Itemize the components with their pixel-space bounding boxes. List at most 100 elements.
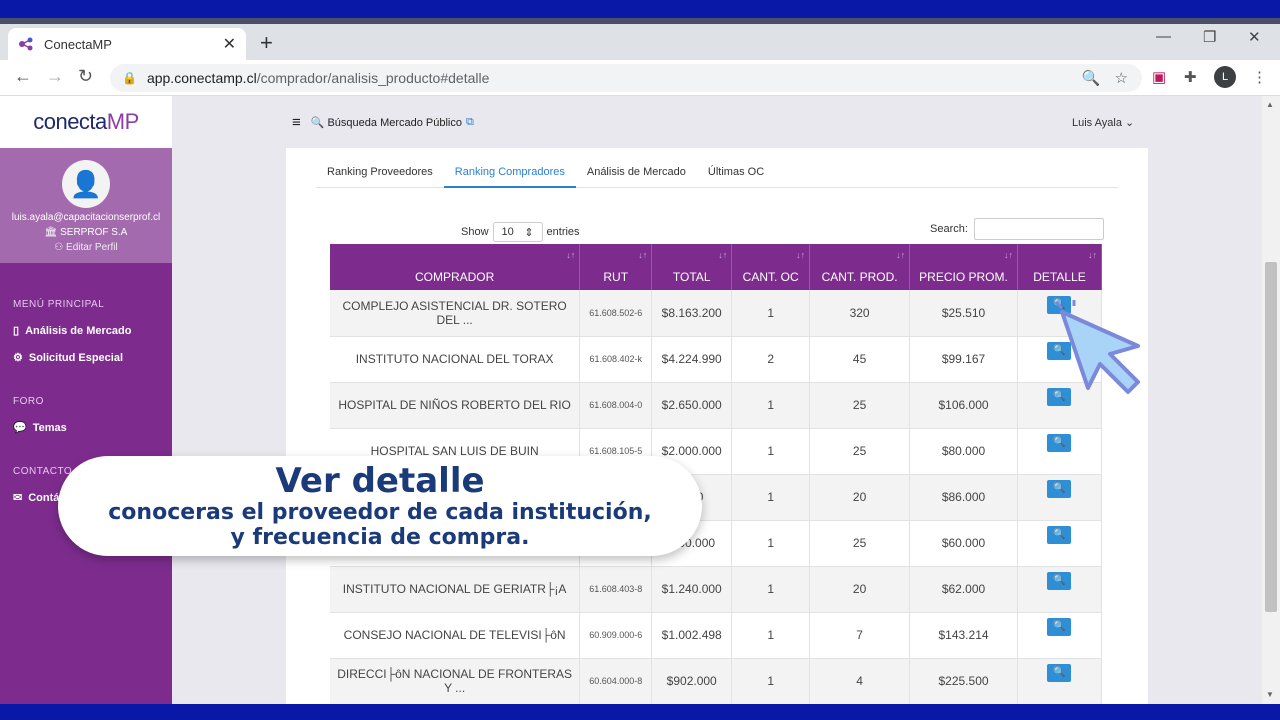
cell-detalle: 🔍 — [1017, 566, 1103, 613]
restore-icon[interactable]: ❐ — [1203, 28, 1216, 46]
close-window-icon[interactable]: ✕ — [1248, 28, 1261, 46]
cell-detalle: 🔍 — [1017, 520, 1103, 567]
browser-tab[interactable]: ConectaMP ✕ — [8, 28, 246, 60]
cell-cant-prod: 320 — [809, 290, 911, 337]
comments-icon: 💬 — [13, 422, 27, 434]
cell-total: $902.000 — [651, 658, 733, 704]
scroll-thumb[interactable] — [1265, 262, 1277, 612]
extensions-puzzle-icon[interactable]: ✚ — [1184, 68, 1197, 86]
column-header-rut[interactable]: RUT ↓↑ — [579, 244, 653, 290]
reload-icon[interactable]: ↻ — [78, 66, 93, 87]
content-panel: Ranking Proveedores Ranking Compradores … — [286, 148, 1148, 704]
select-arrow-icon: ⇕ — [524, 227, 534, 239]
scroll-down-icon[interactable]: ▼ — [1266, 690, 1274, 699]
search-mercado-link[interactable]: Búsqueda Mercado Público — [327, 117, 462, 129]
pocket-extension-icon[interactable]: ▣ — [1152, 68, 1166, 86]
back-icon[interactable]: ← — [14, 66, 32, 87]
tab-ultimas-oc[interactable]: Últimas OC — [697, 148, 775, 188]
profile-card: 👤 luis.ayala@capacitacionserprof.cl 🏛 SE… — [0, 148, 172, 263]
scroll-up-icon[interactable]: ▲ — [1266, 100, 1274, 109]
edit-profile-link[interactable]: ⚇ Editar Perfil — [0, 242, 172, 253]
bookmark-star-icon[interactable]: ☆ — [1115, 69, 1128, 87]
cell-rut: 61.608.402-k — [579, 336, 653, 383]
callout-title: Ver detalle — [275, 461, 485, 501]
detail-search-button[interactable]: 🔍 — [1047, 434, 1072, 452]
cell-comprador: INSTITUTO NACIONAL DE GERIATR├¡A — [330, 566, 581, 613]
detail-search-button[interactable]: 🔍 — [1047, 480, 1072, 498]
url-input[interactable]: 🔒 app.conectamp.cl/comprador/analisis_pr… — [110, 64, 1142, 92]
table-row: CONSEJO NACIONAL DE TELEVISI├ôN 60.909.00… — [330, 612, 1103, 659]
sort-icon: ↓↑ — [1003, 250, 1013, 260]
detail-search-button[interactable]: 🔍 — [1047, 526, 1072, 544]
user-menu[interactable]: Luis Ayala ⌄ — [1072, 116, 1134, 129]
top-frame-bar — [0, 0, 1280, 18]
cell-total: $4.224.990 — [651, 336, 733, 383]
cell-cant-prod: 4 — [809, 658, 911, 704]
top-nav: ≡ 🔍 Búsqueda Mercado Público ⧉ — [292, 114, 474, 131]
minimize-icon[interactable]: — — [1156, 28, 1171, 45]
cell-rut: 60.604.000-8 — [579, 658, 653, 704]
cell-comprador: HOSPITAL DE NIÑOS ROBERTO DEL RIO — [330, 382, 581, 429]
cell-detalle: 🔍 — [1017, 428, 1103, 475]
sidebar-item-analisis[interactable]: ▯ Análisis de Mercado — [13, 324, 172, 338]
cell-detalle: 🔍 — [1017, 474, 1103, 521]
sidebar-item-solicitud[interactable]: ⚙ Solicitud Especial — [13, 351, 172, 365]
cell-rut: 61.608.502-6 — [579, 290, 653, 337]
cell-comprador: CONSEJO NACIONAL DE TELEVISI├ôN — [330, 612, 581, 659]
logo[interactable]: conectaMP — [0, 96, 172, 148]
cell-rut: 61.608.403-8 — [579, 566, 653, 613]
column-header-cant-oc[interactable]: CANT. OC ↓↑ — [731, 244, 811, 290]
column-header-comprador[interactable]: COMPRADOR ↓↑ — [330, 244, 581, 290]
detail-search-button[interactable]: 🔍 — [1047, 572, 1072, 590]
callout-line-1: conoceras el proveedor de cada instituci… — [108, 500, 652, 525]
detail-search-button[interactable]: 🔍 — [1047, 664, 1072, 682]
search-input[interactable] — [973, 218, 1104, 240]
sort-icon: ↓↑ — [896, 250, 906, 260]
tab-ranking-proveedores[interactable]: Ranking Proveedores — [316, 148, 444, 188]
column-header-precio-prom[interactable]: PRECIO PROM. ↓↑ — [909, 244, 1018, 290]
cell-cant-prod: 20 — [809, 474, 911, 521]
cell-detalle: 🔍 — [1017, 658, 1103, 704]
sort-icon: ↓↑ — [566, 250, 576, 260]
cell-rut: 61.608.004-0 — [579, 382, 653, 429]
cell-cant-oc: 1 — [731, 658, 811, 704]
menu-section-foro: FORO — [13, 396, 44, 407]
cell-precio-prom: $106.000 — [909, 382, 1018, 429]
profile-company: SERPROF S.A — [60, 227, 128, 238]
user-avatar-icon: 👤 — [62, 160, 110, 208]
forward-icon[interactable]: → — [46, 66, 64, 87]
table-row: COMPLEJO ASISTENCIAL DR. SOTERO DEL ... 6… — [330, 290, 1103, 337]
page-scrollbar[interactable]: ▲ ▼ — [1262, 96, 1280, 704]
entries-select[interactable]: 10 ⇕ — [492, 222, 543, 242]
new-tab-icon[interactable]: + — [260, 30, 273, 56]
lock-icon: 🔒 — [122, 71, 137, 85]
tab-analisis-mercado[interactable]: Análisis de Mercado — [576, 148, 697, 188]
url-text: app.conectamp.cl/comprador/analisis_prod… — [146, 70, 490, 86]
tab-title: ConectaMP — [44, 36, 112, 52]
table-row: DIRECCI├ôN NACIONAL DE FRONTERAS Y ... 60… — [330, 658, 1103, 704]
column-header-detalle[interactable]: DETALLE ↓↑ — [1017, 244, 1103, 290]
cell-comprador: INSTITUTO NACIONAL DEL TORAX — [330, 336, 581, 383]
hamburger-menu-icon[interactable]: ≡ — [292, 114, 301, 131]
cell-cant-oc: 1 — [731, 474, 811, 521]
cell-rut: 60.909.000-6 — [579, 612, 653, 659]
callout-line-2: y frecuencia de compra. — [230, 525, 530, 550]
zoom-icon[interactable]: 🔍 — [1082, 69, 1101, 87]
cell-total: $1.002.498 — [651, 612, 733, 659]
cell-cant-oc: 1 — [731, 566, 811, 613]
tab-ranking-compradores[interactable]: Ranking Compradores — [443, 148, 576, 188]
close-tab-icon[interactable]: ✕ — [223, 34, 236, 54]
column-header-total[interactable]: TOTAL ↓↑ — [651, 244, 733, 290]
browser-menu-icon[interactable]: ⋮ — [1252, 68, 1267, 86]
conectamp-favicon-icon — [19, 37, 33, 51]
sort-icon: ↓↑ — [638, 250, 648, 260]
cell-cant-prod: 20 — [809, 566, 911, 613]
search-icon: 🔍 — [310, 117, 325, 129]
column-header-cant-prod[interactable]: CANT. PROD. ↓↑ — [809, 244, 911, 290]
browser-profile-avatar[interactable]: L — [1214, 66, 1236, 88]
external-link-icon[interactable]: ⧉ — [466, 116, 474, 129]
sidebar-item-temas[interactable]: 💬 Temas — [13, 421, 172, 435]
sort-icon: ↓↑ — [718, 250, 728, 260]
sidebar: conectaMP 👤 luis.ayala@capacitacionserpr… — [0, 96, 172, 704]
detail-search-button[interactable]: 🔍 — [1047, 618, 1072, 636]
